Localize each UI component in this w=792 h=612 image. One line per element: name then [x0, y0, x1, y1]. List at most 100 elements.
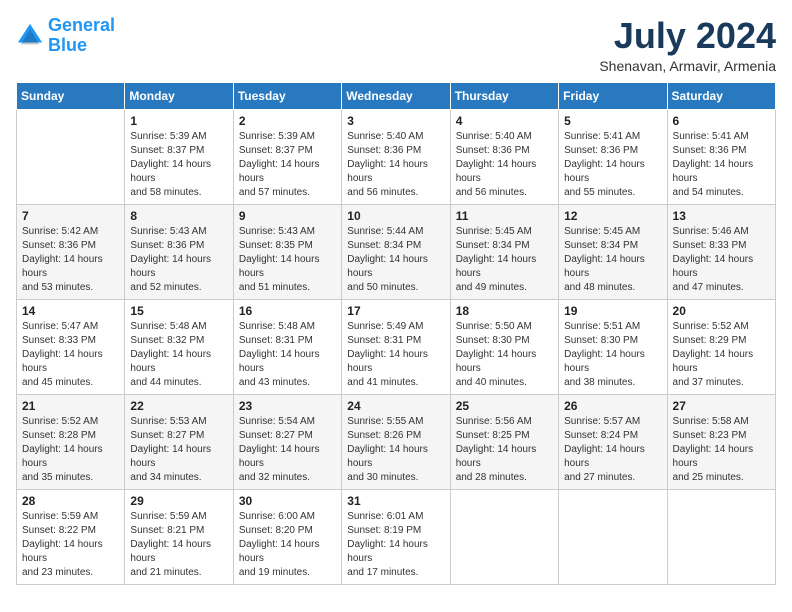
calendar-cell: 6 Sunrise: 5:41 AMSunset: 8:36 PMDaylight… — [667, 109, 775, 204]
calendar-cell — [17, 109, 125, 204]
day-info: Sunrise: 5:55 AMSunset: 8:26 PMDaylight:… — [347, 415, 444, 485]
day-number: 4 — [456, 114, 553, 128]
day-number: 20 — [673, 304, 770, 318]
calendar-cell: 4Sunrise: 5:40 AMSunset: 8:36 PMDaylight… — [450, 109, 558, 204]
day-info: Sunrise: 5:43 AMSunset: 8:35 PMDaylight:… — [239, 225, 336, 295]
day-info: Sunrise: 5:45 AMSunset: 8:34 PMDaylight:… — [456, 225, 553, 295]
calendar-week-4: 21 Sunrise: 5:52 AMSunset: 8:28 PMDayligh… — [17, 394, 776, 489]
calendar-cell: 23 Sunrise: 5:54 AMSunset: 8:27 PMDayligh… — [233, 394, 341, 489]
weekday-header-tuesday: Tuesday — [233, 82, 341, 109]
day-info: Sunrise: 5:52 AMSunset: 8:29 PMDaylight:… — [673, 320, 770, 390]
day-info: Sunrise: 5:58 AMSunset: 8:23 PMDaylight:… — [673, 415, 770, 485]
calendar-cell: 25 Sunrise: 5:56 AMSunset: 8:25 PMDayligh… — [450, 394, 558, 489]
calendar-cell: 12 Sunrise: 5:45 AMSunset: 8:34 PMDayligh… — [559, 204, 667, 299]
calendar-cell: 17 Sunrise: 5:49 AMSunset: 8:31 PMDayligh… — [342, 299, 450, 394]
day-number: 11 — [456, 209, 553, 223]
day-info: Sunrise: 5:52 AMSunset: 8:28 PMDaylight:… — [22, 415, 119, 485]
weekday-header-saturday: Saturday — [667, 82, 775, 109]
day-info: Sunrise: 5:49 AMSunset: 8:31 PMDaylight:… — [347, 320, 444, 390]
day-info: Sunrise: 5:41 AMSunset: 8:36 PMDaylight:… — [564, 130, 661, 200]
calendar-cell: 28 Sunrise: 5:59 AMSunset: 8:22 PMDayligh… — [17, 489, 125, 584]
calendar-cell: 2 Sunrise: 5:39 AMSunset: 8:37 PMDaylight… — [233, 109, 341, 204]
weekday-header-friday: Friday — [559, 82, 667, 109]
calendar-cell: 14 Sunrise: 5:47 AMSunset: 8:33 PMDayligh… — [17, 299, 125, 394]
day-number: 15 — [130, 304, 227, 318]
day-number: 3 — [347, 114, 444, 128]
day-number: 18 — [456, 304, 553, 318]
calendar-cell: 7Sunrise: 5:42 AMSunset: 8:36 PMDaylight… — [17, 204, 125, 299]
calendar-cell: 26 Sunrise: 5:57 AMSunset: 8:24 PMDayligh… — [559, 394, 667, 489]
day-info: Sunrise: 6:01 AMSunset: 8:19 PMDaylight:… — [347, 510, 444, 580]
weekday-header-row: SundayMondayTuesdayWednesdayThursdayFrid… — [17, 82, 776, 109]
weekday-header-wednesday: Wednesday — [342, 82, 450, 109]
calendar-cell: 29Sunrise: 5:59 AMSunset: 8:21 PMDayligh… — [125, 489, 233, 584]
day-number: 26 — [564, 399, 661, 413]
day-info: Sunrise: 5:44 AMSunset: 8:34 PMDaylight:… — [347, 225, 444, 295]
logo-text: General Blue — [48, 16, 115, 56]
calendar-cell: 8 Sunrise: 5:43 AMSunset: 8:36 PMDaylight… — [125, 204, 233, 299]
day-info: Sunrise: 5:41 AMSunset: 8:36 PMDaylight:… — [673, 130, 770, 200]
day-number: 6 — [673, 114, 770, 128]
calendar-cell: 16 Sunrise: 5:48 AMSunset: 8:31 PMDayligh… — [233, 299, 341, 394]
day-number: 1 — [130, 114, 227, 128]
day-number: 29 — [130, 494, 227, 508]
day-number: 2 — [239, 114, 336, 128]
day-info: Sunrise: 5:57 AMSunset: 8:24 PMDaylight:… — [564, 415, 661, 485]
day-number: 14 — [22, 304, 119, 318]
day-number: 16 — [239, 304, 336, 318]
calendar-cell: 11 Sunrise: 5:45 AMSunset: 8:34 PMDayligh… — [450, 204, 558, 299]
day-number: 10 — [347, 209, 444, 223]
day-info: Sunrise: 5:54 AMSunset: 8:27 PMDaylight:… — [239, 415, 336, 485]
day-number: 8 — [130, 209, 227, 223]
title-block: July 2024 Shenavan, Armavir, Armenia — [599, 16, 776, 74]
day-number: 24 — [347, 399, 444, 413]
day-info: Sunrise: 5:48 AMSunset: 8:32 PMDaylight:… — [130, 320, 227, 390]
day-info: Sunrise: 5:56 AMSunset: 8:25 PMDaylight:… — [456, 415, 553, 485]
logo-icon — [16, 22, 44, 50]
calendar-cell: 18Sunrise: 5:50 AMSunset: 8:30 PMDayligh… — [450, 299, 558, 394]
day-number: 25 — [456, 399, 553, 413]
calendar-cell: 19Sunrise: 5:51 AMSunset: 8:30 PMDayligh… — [559, 299, 667, 394]
day-number: 5 — [564, 114, 661, 128]
calendar-week-5: 28 Sunrise: 5:59 AMSunset: 8:22 PMDayligh… — [17, 489, 776, 584]
day-info: Sunrise: 5:39 AMSunset: 8:37 PMDaylight:… — [130, 130, 227, 200]
day-number: 30 — [239, 494, 336, 508]
calendar-cell: 27Sunrise: 5:58 AMSunset: 8:23 PMDayligh… — [667, 394, 775, 489]
calendar-cell — [559, 489, 667, 584]
location-subtitle: Shenavan, Armavir, Armenia — [599, 58, 776, 74]
day-info: Sunrise: 5:42 AMSunset: 8:36 PMDaylight:… — [22, 225, 119, 295]
day-info: Sunrise: 5:48 AMSunset: 8:31 PMDaylight:… — [239, 320, 336, 390]
logo: General Blue — [16, 16, 115, 56]
day-info: Sunrise: 5:45 AMSunset: 8:34 PMDaylight:… — [564, 225, 661, 295]
day-info: Sunrise: 5:46 AMSunset: 8:33 PMDaylight:… — [673, 225, 770, 295]
calendar-cell: 3 Sunrise: 5:40 AMSunset: 8:36 PMDaylight… — [342, 109, 450, 204]
day-info: Sunrise: 5:43 AMSunset: 8:36 PMDaylight:… — [130, 225, 227, 295]
day-number: 17 — [347, 304, 444, 318]
calendar-cell: 15 Sunrise: 5:48 AMSunset: 8:32 PMDayligh… — [125, 299, 233, 394]
day-number: 28 — [22, 494, 119, 508]
day-number: 9 — [239, 209, 336, 223]
month-year-title: July 2024 — [599, 16, 776, 56]
day-number: 21 — [22, 399, 119, 413]
day-info: Sunrise: 5:51 AMSunset: 8:30 PMDaylight:… — [564, 320, 661, 390]
calendar-cell: 24 Sunrise: 5:55 AMSunset: 8:26 PMDayligh… — [342, 394, 450, 489]
calendar-cell: 22Sunrise: 5:53 AMSunset: 8:27 PMDayligh… — [125, 394, 233, 489]
day-info: Sunrise: 5:39 AMSunset: 8:37 PMDaylight:… — [239, 130, 336, 200]
day-info: Sunrise: 5:47 AMSunset: 8:33 PMDaylight:… — [22, 320, 119, 390]
day-info: Sunrise: 6:00 AMSunset: 8:20 PMDaylight:… — [239, 510, 336, 580]
weekday-header-sunday: Sunday — [17, 82, 125, 109]
day-number: 23 — [239, 399, 336, 413]
calendar-cell: 20 Sunrise: 5:52 AMSunset: 8:29 PMDayligh… — [667, 299, 775, 394]
day-number: 12 — [564, 209, 661, 223]
day-info: Sunrise: 5:53 AMSunset: 8:27 PMDaylight:… — [130, 415, 227, 485]
calendar-cell: 9 Sunrise: 5:43 AMSunset: 8:35 PMDaylight… — [233, 204, 341, 299]
calendar-week-2: 7Sunrise: 5:42 AMSunset: 8:36 PMDaylight… — [17, 204, 776, 299]
calendar-week-1: 1 Sunrise: 5:39 AMSunset: 8:37 PMDaylight… — [17, 109, 776, 204]
calendar-cell — [450, 489, 558, 584]
calendar-cell: 1 Sunrise: 5:39 AMSunset: 8:37 PMDaylight… — [125, 109, 233, 204]
day-info: Sunrise: 5:59 AMSunset: 8:22 PMDaylight:… — [22, 510, 119, 580]
day-info: Sunrise: 5:40 AMSunset: 8:36 PMDaylight:… — [347, 130, 444, 200]
calendar-cell: 21 Sunrise: 5:52 AMSunset: 8:28 PMDayligh… — [17, 394, 125, 489]
weekday-header-thursday: Thursday — [450, 82, 558, 109]
page-header: General Blue July 2024 Shenavan, Armavir… — [16, 16, 776, 74]
